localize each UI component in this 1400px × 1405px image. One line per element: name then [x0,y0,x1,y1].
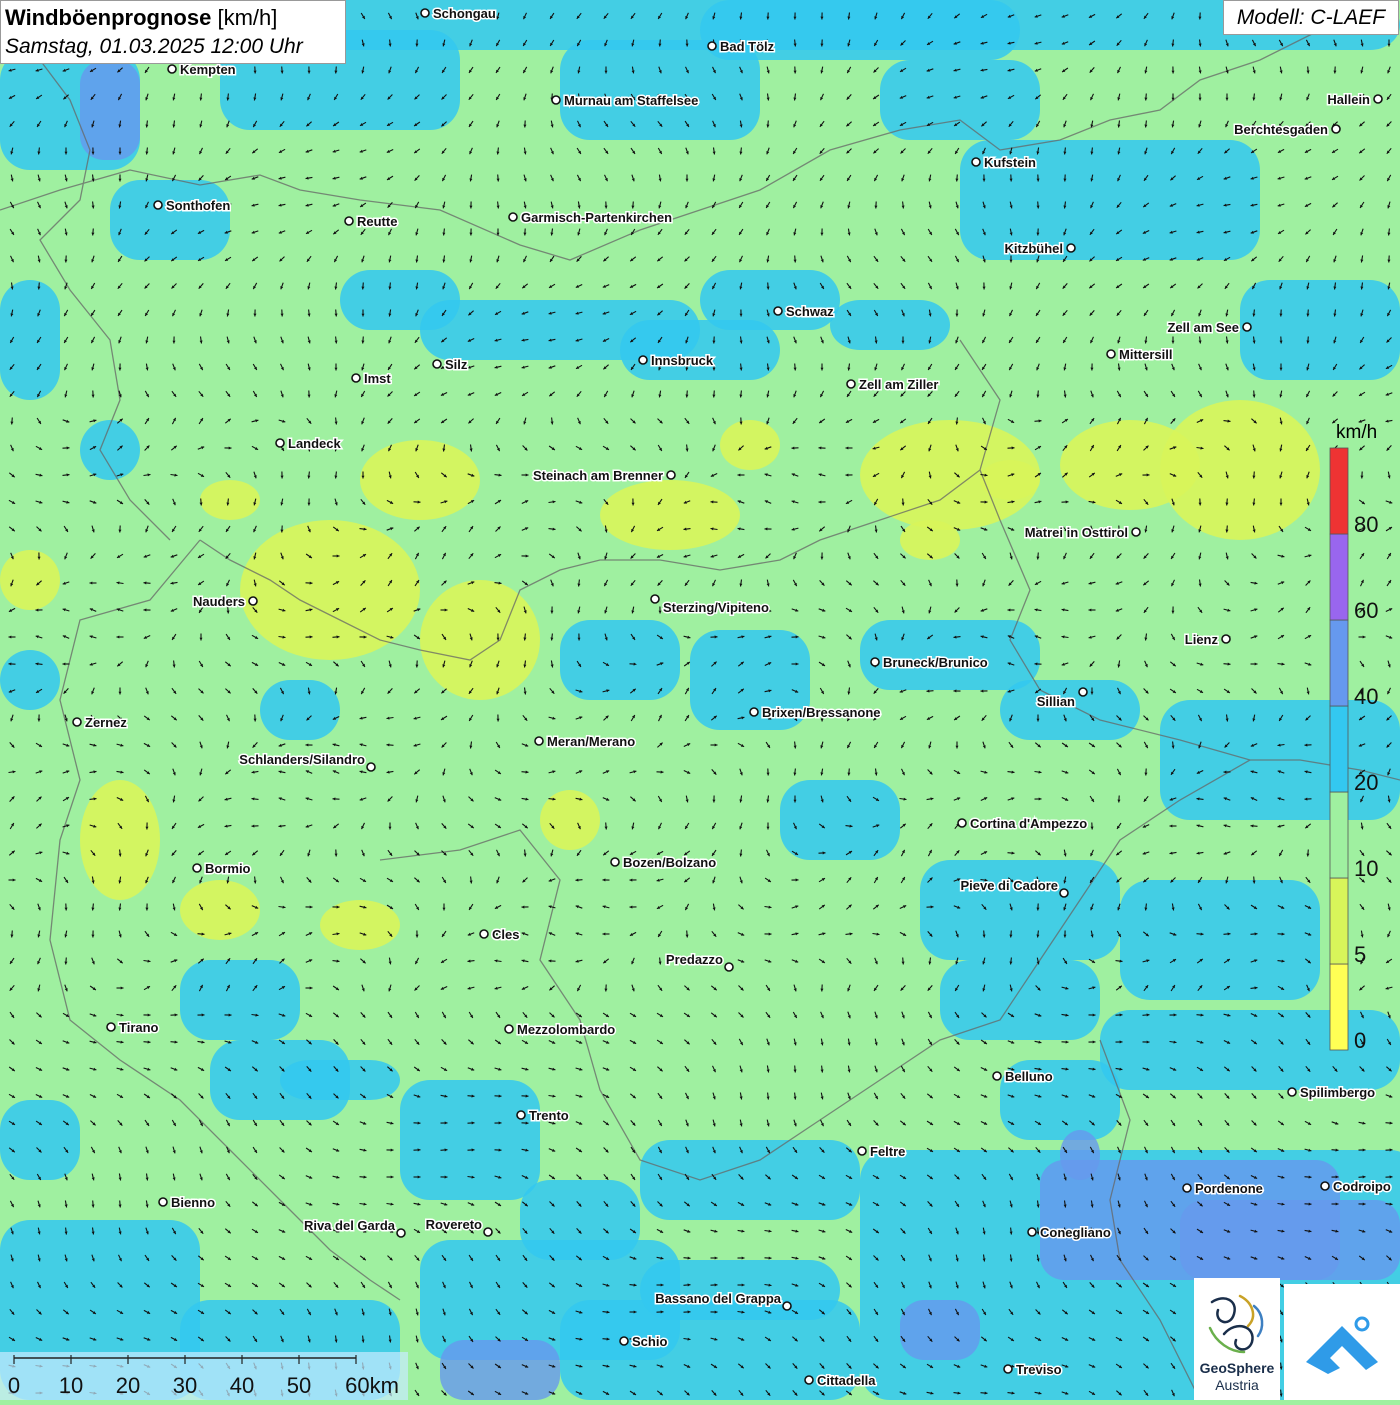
wind-gust-map[interactable]: SchongauBad TölzKemptenHalleinMurnau am … [0,0,1400,1400]
